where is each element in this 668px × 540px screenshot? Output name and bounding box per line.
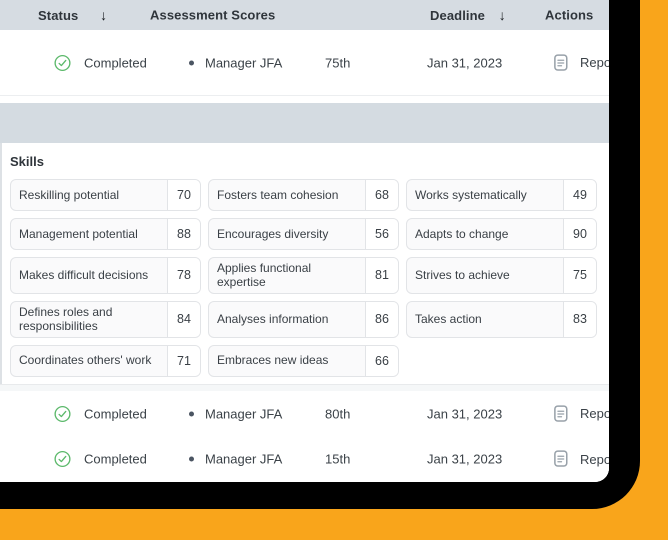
- document-icon: [552, 449, 570, 469]
- column-label: Status: [38, 8, 78, 23]
- skill-name: Adapts to change: [407, 219, 563, 249]
- bullet-icon: [189, 457, 194, 462]
- deadline-text: Jan 31, 2023: [427, 55, 502, 70]
- skill-score: 56: [365, 219, 398, 249]
- skill-card: Fosters team cohesion68: [208, 179, 399, 211]
- skill-name: Defines roles and responsibilities: [11, 302, 167, 337]
- skill-card: Encourages diversity56: [208, 218, 399, 250]
- bullet-icon: [189, 411, 194, 416]
- assessor-text: Manager JFA: [205, 452, 282, 467]
- skill-name: Makes difficult decisions: [11, 258, 167, 293]
- report-label: Report: [580, 55, 609, 70]
- skill-score: 78: [167, 258, 200, 293]
- check-circle-icon: [54, 405, 71, 422]
- skill-name: Works systematically: [407, 180, 563, 210]
- column-label: Actions: [545, 8, 593, 23]
- column-header-deadline[interactable]: Deadline ↓: [430, 7, 506, 23]
- selected-row-bar[interactable]: [0, 103, 609, 143]
- skill-name: Takes action: [407, 302, 563, 337]
- column-header-status[interactable]: Status ↓: [38, 7, 107, 23]
- skill-score: 49: [563, 180, 596, 210]
- document-icon: [552, 404, 570, 424]
- check-circle-icon: [54, 451, 71, 468]
- skill-card: Analyses information86: [208, 301, 399, 338]
- skill-name: Analyses information: [209, 302, 365, 337]
- skill-card: Reskilling potential70: [10, 179, 201, 211]
- skills-grid: Reskilling potential70 Fosters team cohe…: [10, 179, 605, 377]
- skill-card: Applies functional expertise81: [208, 257, 399, 294]
- skill-score: 68: [365, 180, 398, 210]
- table-row[interactable]: Completed Manager JFA 15th Jan 31, 2023 …: [0, 436, 609, 482]
- skill-score: 81: [365, 258, 398, 293]
- report-button[interactable]: Report: [552, 53, 609, 73]
- skill-score: 75: [563, 258, 596, 293]
- document-icon: [552, 53, 570, 73]
- skill-name: Management potential: [11, 219, 167, 249]
- assessor-text: Manager JFA: [205, 406, 282, 421]
- column-label: Assessment Scores: [150, 8, 275, 23]
- skill-score: 86: [365, 302, 398, 337]
- skill-name: Reskilling potential: [11, 180, 167, 210]
- skill-card: Coordinates others' work71: [10, 345, 201, 377]
- report-label: Report: [580, 406, 609, 421]
- marketing-canvas: Status ↓ Assessment Scores Deadline ↓ Ac…: [0, 0, 668, 540]
- skill-score: 84: [167, 302, 200, 337]
- assessor-text: Manager JFA: [205, 55, 282, 70]
- check-circle-icon: [54, 54, 71, 71]
- status-text: Completed: [84, 406, 147, 421]
- deadline-text: Jan 31, 2023: [427, 452, 502, 467]
- skill-score: 83: [563, 302, 596, 337]
- percentile-text: 75th: [325, 55, 350, 70]
- skill-score: 70: [167, 180, 200, 210]
- skill-name: Fosters team cohesion: [209, 180, 365, 210]
- skills-heading: Skills: [10, 154, 44, 169]
- skills-panel: Skills Reskilling potential70 Fosters te…: [0, 143, 609, 384]
- sort-desc-icon[interactable]: ↓: [499, 7, 506, 23]
- skill-card: Management potential88: [10, 218, 201, 250]
- skill-score: 66: [365, 346, 398, 376]
- column-header-assessment-scores[interactable]: Assessment Scores: [150, 8, 275, 23]
- percentile-text: 15th: [325, 452, 350, 467]
- percentile-text: 80th: [325, 406, 350, 421]
- column-label: Deadline: [430, 8, 485, 23]
- skill-name: Applies functional expertise: [209, 258, 365, 293]
- table-header: Status ↓ Assessment Scores Deadline ↓ Ac…: [0, 0, 609, 30]
- table-row[interactable]: Completed Manager JFA 75th Jan 31, 2023 …: [0, 30, 609, 96]
- app-screen: Status ↓ Assessment Scores Deadline ↓ Ac…: [0, 0, 609, 482]
- skill-card: Defines roles and responsibilities84: [10, 301, 201, 338]
- skill-card: Adapts to change90: [406, 218, 597, 250]
- column-header-actions: Actions: [545, 8, 593, 23]
- sort-desc-icon[interactable]: ↓: [100, 7, 107, 23]
- skill-score: 90: [563, 219, 596, 249]
- skill-card: Embraces new ideas66: [208, 345, 399, 377]
- skill-card: Makes difficult decisions78: [10, 257, 201, 294]
- report-label: Report: [580, 452, 609, 467]
- skill-score: 88: [167, 219, 200, 249]
- bullet-icon: [189, 60, 194, 65]
- deadline-text: Jan 31, 2023: [427, 406, 502, 421]
- skill-name: Encourages diversity: [209, 219, 365, 249]
- skill-name: Coordinates others' work: [11, 346, 167, 376]
- skill-name: Strives to achieve: [407, 258, 563, 293]
- status-text: Completed: [84, 55, 147, 70]
- skill-card: Strives to achieve75: [406, 257, 597, 294]
- report-button[interactable]: Report: [552, 449, 609, 469]
- status-text: Completed: [84, 452, 147, 467]
- skill-score: 71: [167, 346, 200, 376]
- assessment-table: Status ↓ Assessment Scores Deadline ↓ Ac…: [0, 0, 609, 482]
- skill-card: Works systematically49: [406, 179, 597, 211]
- skill-card: Takes action83: [406, 301, 597, 338]
- skill-name: Embraces new ideas: [209, 346, 365, 376]
- report-button[interactable]: Report: [552, 404, 609, 424]
- table-row[interactable]: Completed Manager JFA 80th Jan 31, 2023 …: [0, 391, 609, 437]
